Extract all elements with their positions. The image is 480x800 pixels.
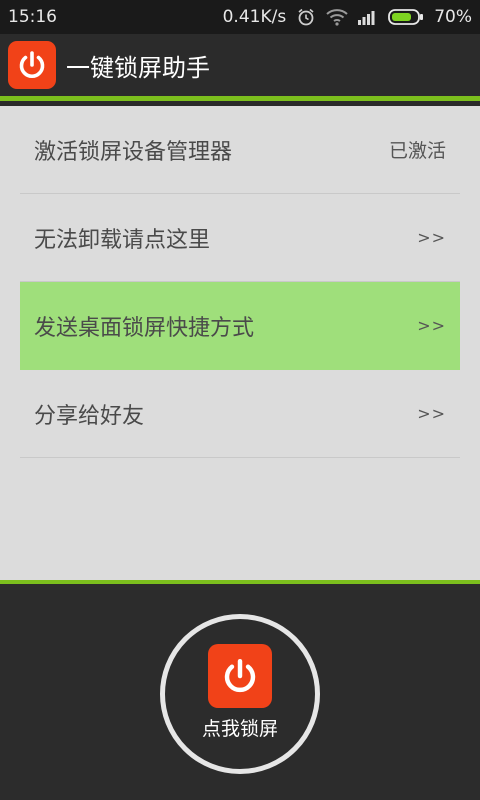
menu-list: 激活锁屏设备管理器 已激活 无法卸载请点这里 >> 发送桌面锁屏快捷方式 >> … [20, 106, 460, 458]
status-bar: 15:16 0.41K/s 70% [0, 0, 480, 34]
battery-percent: 70% [434, 7, 472, 27]
signal-icon [358, 9, 378, 25]
app-logo [8, 41, 56, 89]
menu-item-label: 分享给好友 [34, 403, 145, 429]
power-icon [19, 51, 45, 79]
lock-button-label: 点我锁屏 [201, 717, 278, 740]
menu-item-label: 无法卸载请点这里 [34, 227, 211, 253]
menu-item-label: 发送桌面锁屏快捷方式 [34, 315, 255, 341]
chevron-right-icon: >> [417, 404, 446, 423]
bottom-panel: 点我锁屏 [0, 580, 480, 800]
network-speed: 0.41K/s [222, 7, 287, 27]
menu-item-activate-device-admin[interactable]: 激活锁屏设备管理器 已激活 [20, 106, 460, 194]
app-title: 一键锁屏助手 [66, 53, 210, 82]
status-indicators: 0.41K/s 70% [223, 7, 472, 27]
chevron-right-icon: >> [417, 316, 446, 335]
power-icon [224, 658, 256, 692]
lock-screen-button[interactable]: 点我锁屏 [160, 614, 320, 774]
chevron-right-icon: >> [417, 228, 446, 247]
app-bar: 一键锁屏助手 [0, 34, 480, 101]
status-value: 已激活 [388, 140, 446, 162]
menu-item-label: 激活锁屏设备管理器 [34, 139, 233, 165]
menu-item-share[interactable]: 分享给好友 >> [20, 370, 460, 458]
menu-item-send-shortcut[interactable]: 发送桌面锁屏快捷方式 >> [20, 282, 460, 370]
menu-item-uninstall-help[interactable]: 无法卸载请点这里 >> [20, 194, 460, 282]
alarm-icon [296, 7, 316, 27]
wifi-icon [326, 8, 348, 26]
status-time: 15:16 [8, 7, 57, 27]
lock-button-icon-box [208, 643, 272, 708]
main-content: 激活锁屏设备管理器 已激活 无法卸载请点这里 >> 发送桌面锁屏快捷方式 >> … [0, 106, 480, 580]
battery-icon [388, 9, 424, 25]
